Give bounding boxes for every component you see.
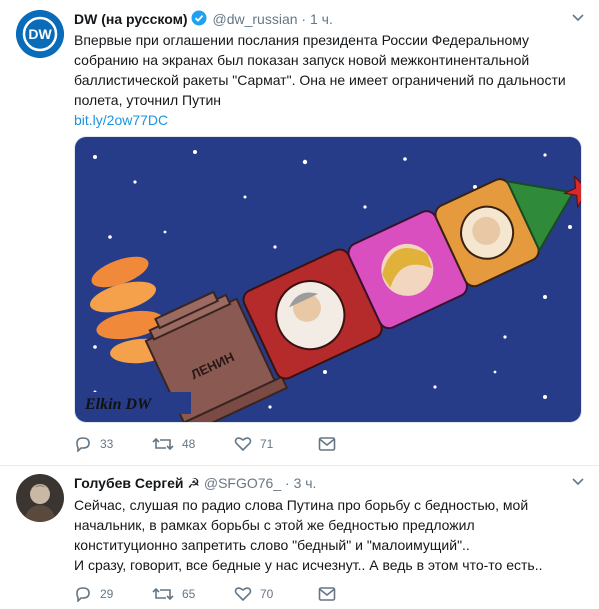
separator-dot: · — [285, 475, 290, 491]
like-icon — [234, 437, 252, 452]
reply-count: 29 — [100, 587, 114, 601]
like-count: 70 — [260, 587, 274, 601]
tweet-text-line: полета, уточнил Путин — [74, 92, 222, 108]
reply-button[interactable]: 29 — [74, 586, 113, 602]
svg-text:Elkin DW: Elkin DW — [84, 396, 153, 413]
like-icon — [234, 587, 252, 602]
message-button[interactable] — [318, 586, 336, 602]
reply-count: 33 — [100, 437, 114, 451]
message-icon — [318, 587, 336, 601]
user-photo-icon — [16, 474, 64, 522]
timestamp[interactable]: 1 ч. — [310, 11, 333, 27]
dw-logo-icon: DW — [16, 10, 64, 58]
author-handle[interactable]: @SFGO76_ — [204, 475, 281, 491]
tweet-header: DW (на русском) @dw_russian · 1 ч. — [74, 10, 333, 27]
tweet-header: Голубев Сергей ☭ @SFGO76_ · 3 ч. — [74, 475, 316, 492]
retweet-count: 65 — [182, 587, 196, 601]
author-name[interactable]: DW (на русском) — [74, 11, 188, 27]
chevron-down-icon[interactable] — [571, 10, 585, 24]
tweet-media-cartoon[interactable]: ЛЕНИН Elkin DW — [74, 136, 582, 423]
tweet-text-line: Впервые при оглашении послания президент… — [74, 32, 530, 48]
cartoon-image: ЛЕНИН Elkin DW — [75, 137, 581, 422]
tweet-text-line: конституционно запретить слово "бедный" … — [74, 537, 470, 553]
tweet-dw-russian[interactable]: DW DW (на русском) @dw_russian · 1 ч. Вп… — [0, 0, 599, 466]
verified-icon — [191, 10, 207, 26]
tweet-text: Сейчас, слушая по радио слова Путина про… — [74, 495, 579, 575]
reply-icon — [76, 437, 90, 452]
timestamp[interactable]: 3 ч. — [294, 475, 317, 491]
retweet-icon — [152, 437, 174, 451]
message-icon — [318, 437, 336, 451]
author-handle[interactable]: @dw_russian — [212, 11, 297, 27]
tweet-text-line: начальник, в рамках борьбы с этой же бед… — [74, 517, 475, 533]
tweet-text-line: баллистической ракеты "Сармат". Она не и… — [74, 72, 566, 88]
like-button[interactable]: 71 — [234, 436, 273, 452]
avatar[interactable]: DW — [16, 10, 64, 58]
separator-dot: · — [301, 11, 307, 27]
retweet-button[interactable]: 48 — [152, 436, 195, 452]
tweet-text-line: собранию на экранах был показан запуск н… — [74, 52, 530, 68]
tweet-text: Впервые при оглашении послания президент… — [74, 30, 579, 130]
like-button[interactable]: 70 — [234, 586, 273, 602]
chevron-down-icon[interactable] — [571, 474, 585, 488]
retweet-button[interactable]: 65 — [152, 586, 195, 602]
svg-text:DW: DW — [28, 26, 52, 42]
tweet-text-line: И сразу, говорит, все бедные у нас исчез… — [74, 557, 543, 573]
reply-icon — [76, 587, 90, 602]
avatar[interactable] — [16, 474, 64, 522]
tweet-text-line: Сейчас, слушая по радио слова Путина про… — [74, 497, 529, 513]
retweet-count: 48 — [182, 437, 196, 451]
reply-button[interactable]: 33 — [74, 436, 113, 452]
message-button[interactable] — [318, 436, 336, 452]
tweet-link[interactable]: bit.ly/2ow77DC — [74, 110, 579, 130]
author-name[interactable]: Голубев Сергей ☭ — [74, 475, 200, 491]
artist-signature: Elkin DW — [81, 392, 191, 414]
like-count: 71 — [260, 437, 274, 451]
retweet-icon — [152, 587, 174, 601]
